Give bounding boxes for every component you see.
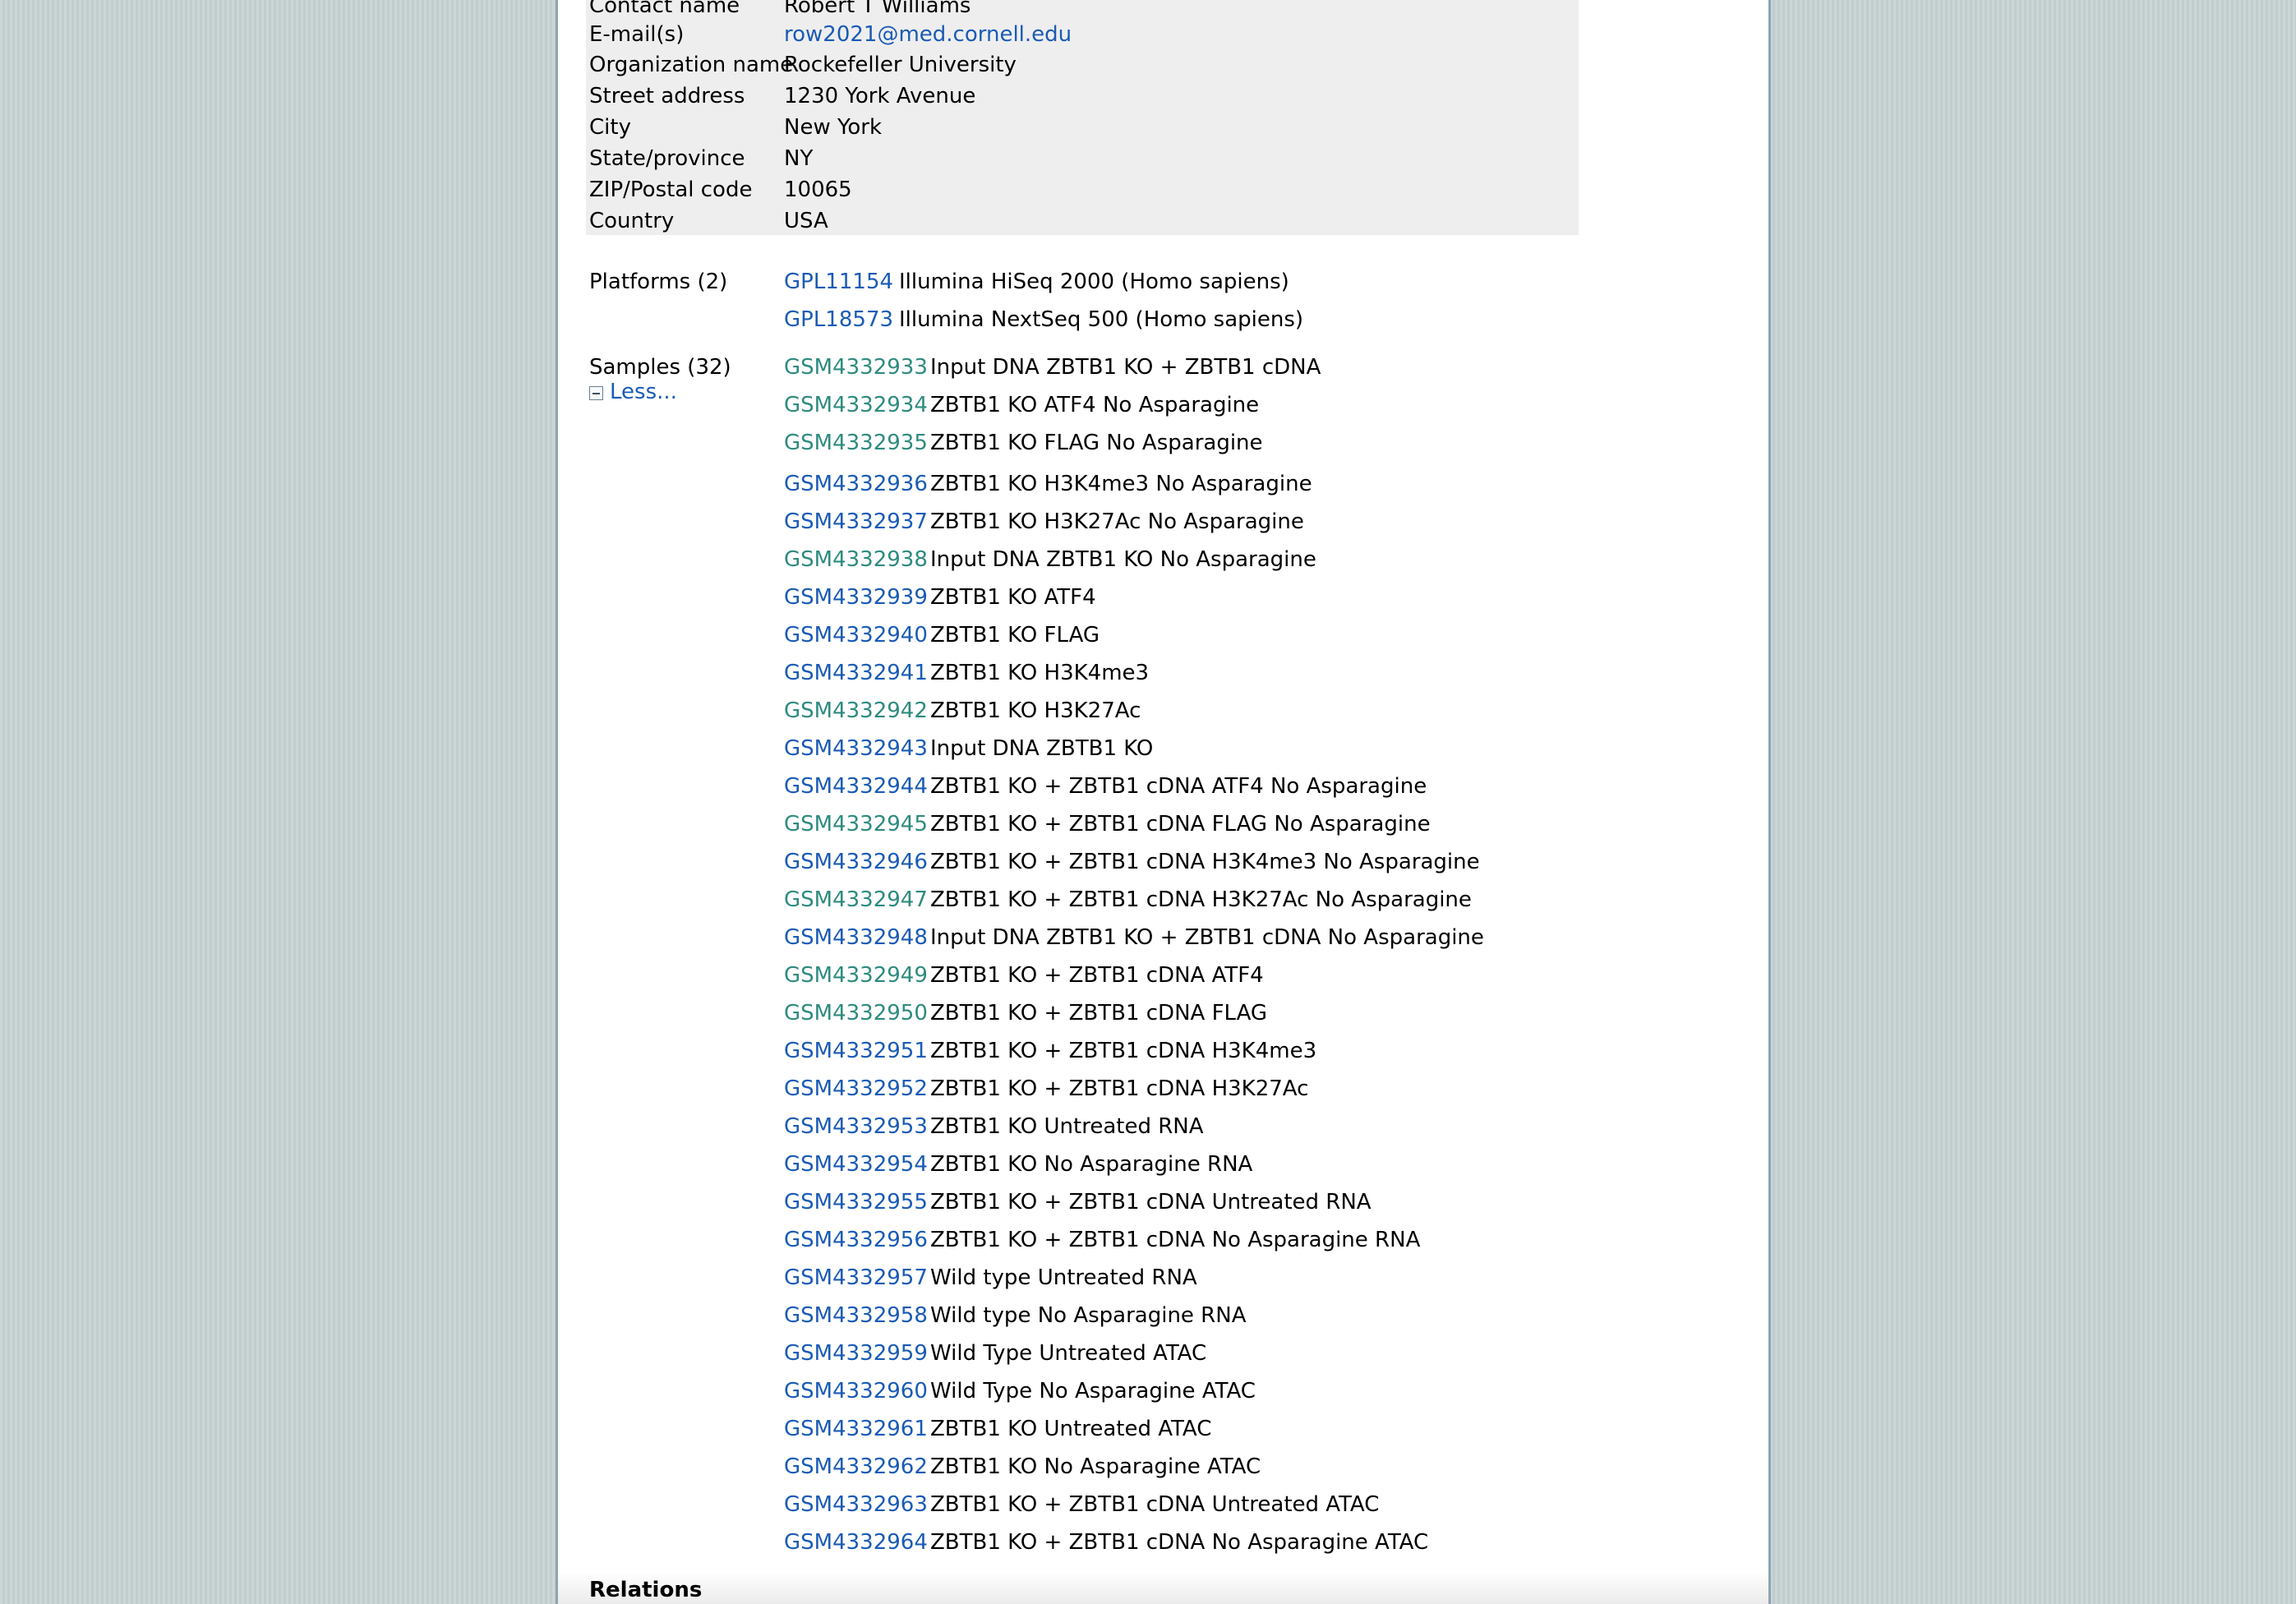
sample-link[interactable]: GSM4332949: [784, 963, 928, 988]
sample-link[interactable]: GSM4332946: [784, 850, 928, 874]
sample-link[interactable]: GSM4332953: [784, 1114, 928, 1139]
sample-title: ZBTB1 KO + ZBTB1 cDNA H3K4me3 No Asparag…: [930, 850, 1480, 874]
contact-label: Organization name: [589, 53, 794, 77]
sample-title: Wild Type Untreated ATAC: [930, 1341, 1207, 1366]
contact-label: City: [589, 115, 631, 140]
sample-link[interactable]: GSM4332934: [784, 393, 928, 417]
sample-link[interactable]: GSM4332935: [784, 431, 928, 455]
platform-link[interactable]: GPL18573: [784, 307, 893, 332]
sample-link[interactable]: GSM4332942: [784, 698, 928, 723]
sample-link[interactable]: GSM4332957: [784, 1265, 928, 1290]
sample-title: ZBTB1 KO No Asparagine RNA: [930, 1152, 1253, 1177]
sample-title: ZBTB1 KO + ZBTB1 cDNA FLAG: [930, 1001, 1268, 1026]
sample-link[interactable]: GSM4332941: [784, 661, 928, 685]
contact-label: Contact name: [589, 0, 740, 18]
sample-title: ZBTB1 KO H3K4me3: [930, 661, 1150, 685]
sample-title: ZBTB1 KO Untreated RNA: [930, 1114, 1204, 1139]
sample-title: ZBTB1 KO + ZBTB1 cDNA Untreated ATAC: [930, 1492, 1380, 1517]
sample-title: ZBTB1 KO ATF4: [930, 585, 1096, 610]
sample-title: ZBTB1 KO H3K27Ac No Asparagine: [930, 509, 1304, 534]
sample-link[interactable]: GSM4332933: [784, 355, 928, 380]
sample-title: Wild type No Asparagine RNA: [930, 1303, 1247, 1328]
platform-title: Illumina HiSeq 2000 (Homo sapiens): [899, 270, 1289, 294]
sample-link[interactable]: GSM4332954: [784, 1152, 928, 1177]
sample-title: ZBTB1 KO + ZBTB1 cDNA ATF4: [930, 963, 1264, 988]
contact-label: State/province: [589, 146, 745, 171]
sample-link[interactable]: GSM4332956: [784, 1228, 928, 1252]
sample-link[interactable]: GSM4332955: [784, 1190, 928, 1215]
samples-label: Samples (32): [589, 355, 731, 380]
sample-link[interactable]: GSM4332963: [784, 1492, 928, 1517]
sample-title: ZBTB1 KO + ZBTB1 cDNA No Asparagine ATAC: [930, 1530, 1429, 1555]
sample-link[interactable]: GSM4332940: [784, 623, 928, 648]
sample-title: ZBTB1 KO H3K27Ac: [930, 698, 1141, 723]
sample-title: ZBTB1 KO + ZBTB1 cDNA H3K27Ac No Asparag…: [930, 887, 1472, 912]
sample-title: ZBTB1 KO + ZBTB1 cDNA H3K27Ac: [930, 1076, 1309, 1101]
sample-title: ZBTB1 KO + ZBTB1 cDNA FLAG No Asparagine: [930, 812, 1431, 837]
sample-link[interactable]: GSM4332952: [784, 1076, 928, 1101]
sample-title: ZBTB1 KO FLAG: [930, 623, 1100, 648]
collapse-icon: [589, 386, 603, 400]
sample-link[interactable]: GSM4332943: [784, 736, 928, 761]
less-toggle[interactable]: Less...: [589, 380, 677, 404]
contact-label: Street address: [589, 84, 745, 108]
sample-link[interactable]: GSM4332947: [784, 887, 928, 912]
sample-title: ZBTB1 KO + ZBTB1 cDNA ATF4 No Asparagine: [930, 774, 1427, 799]
sample-link[interactable]: GSM4332962: [784, 1454, 928, 1479]
sample-title: ZBTB1 KO H3K4me3 No Asparagine: [930, 472, 1312, 496]
sample-title: ZBTB1 KO ATF4 No Asparagine: [930, 393, 1260, 417]
contact-label: Country: [589, 209, 675, 233]
sample-link[interactable]: GSM4332959: [784, 1341, 928, 1366]
sample-title: Input DNA ZBTB1 KO: [930, 736, 1154, 761]
sample-link[interactable]: GSM4332936: [784, 472, 928, 496]
contact-value: NY: [784, 146, 814, 171]
platforms-label: Platforms (2): [589, 270, 728, 294]
sample-link[interactable]: GSM4332958: [784, 1303, 928, 1328]
sample-link[interactable]: GSM4332964: [784, 1530, 928, 1555]
sample-title: ZBTB1 KO No Asparagine ATAC: [930, 1454, 1261, 1479]
bottom-shadow: [558, 1571, 1768, 1604]
sample-link[interactable]: GSM4332948: [784, 925, 928, 950]
sample-link[interactable]: GSM4332951: [784, 1039, 928, 1063]
contact-value: 10065: [784, 177, 852, 202]
contact-value: Rockefeller University: [784, 53, 1017, 77]
less-label: Less...: [610, 380, 677, 404]
sample-link[interactable]: GSM4332945: [784, 812, 928, 837]
sample-title: ZBTB1 KO + ZBTB1 cDNA H3K4me3: [930, 1039, 1317, 1063]
sample-link[interactable]: GSM4332938: [784, 547, 928, 572]
sample-title: Input DNA ZBTB1 KO + ZBTB1 cDNA: [930, 355, 1321, 380]
sample-title: ZBTB1 KO FLAG No Asparagine: [930, 431, 1263, 455]
contact-label: ZIP/Postal code: [589, 177, 753, 202]
sample-link[interactable]: GSM4332939: [784, 585, 928, 610]
sample-title: Wild Type No Asparagine ATAC: [930, 1379, 1256, 1404]
email-link[interactable]: row2021@med.cornell.edu: [784, 22, 1072, 47]
relations-heading: Relations: [589, 1578, 703, 1602]
contact-label: E-mail(s): [589, 22, 685, 47]
contact-value: Robert T Williams: [784, 0, 971, 18]
sample-title: Wild type Untreated RNA: [930, 1265, 1197, 1290]
platform-link[interactable]: GPL11154: [784, 270, 893, 294]
sample-title: ZBTB1 KO + ZBTB1 cDNA No Asparagine RNA: [930, 1228, 1421, 1252]
sample-title: Input DNA ZBTB1 KO + ZBTB1 cDNA No Aspar…: [930, 925, 1484, 950]
contact-value: USA: [784, 209, 828, 233]
sample-title: ZBTB1 KO + ZBTB1 cDNA Untreated RNA: [930, 1190, 1372, 1215]
sample-link[interactable]: GSM4332944: [784, 774, 928, 799]
content-panel: Contact name Robert T Williams E-mail(s) ro…: [556, 0, 1771, 1604]
sample-title: ZBTB1 KO Untreated ATAC: [930, 1417, 1212, 1441]
sample-link[interactable]: GSM4332937: [784, 509, 928, 534]
contact-value: New York: [784, 115, 883, 140]
platform-title: Illumina NextSeq 500 (Homo sapiens): [899, 307, 1304, 332]
sample-title: Input DNA ZBTB1 KO No Asparagine: [930, 547, 1316, 572]
sample-link[interactable]: GSM4332961: [784, 1417, 928, 1441]
contact-value: 1230 York Avenue: [784, 84, 976, 108]
sample-link[interactable]: GSM4332950: [784, 1001, 928, 1026]
sample-link[interactable]: GSM4332960: [784, 1379, 928, 1404]
